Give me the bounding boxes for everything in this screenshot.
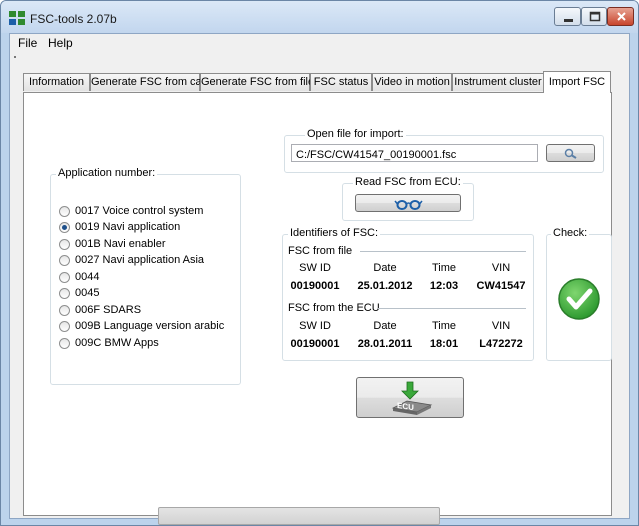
minimize-icon [564, 19, 573, 22]
col-vin: VIN [491, 320, 511, 332]
tab-generate-fsc-from-car[interactable]: Generate FSC from car [90, 73, 205, 91]
browse-file-button[interactable] [546, 144, 595, 162]
read-ecu-label: Read FSC from ECU: [353, 176, 463, 188]
title-bar[interactable]: FSC-tools 2.07b [1, 1, 638, 33]
menu-file[interactable]: File [18, 36, 37, 50]
fsc-from-ecu-label: FSC from the ECU [288, 302, 380, 314]
radio-button[interactable] [59, 321, 70, 332]
radio-label: 0017 Voice control system [75, 205, 204, 217]
radio-label: 009B Language version arabic [75, 320, 225, 332]
glasses-icon [394, 200, 423, 210]
radio-label: 0044 [75, 271, 100, 283]
ecu-sw-id: 00190001 [290, 338, 340, 350]
radio-button[interactable] [59, 239, 70, 250]
radio-button[interactable] [59, 338, 70, 349]
radio-button[interactable] [59, 272, 70, 283]
radio-button[interactable] [59, 255, 70, 266]
open-file-label: Open file for import: [305, 128, 406, 140]
checkmark-icon [558, 278, 600, 320]
file-vin: CW41547 [476, 280, 526, 292]
maximize-button[interactable] [581, 7, 607, 26]
radio-button[interactable] [59, 206, 70, 217]
client-area: File Help Information Generate FSC from … [9, 33, 630, 525]
fsc-from-file-label: FSC from file [288, 245, 353, 257]
app-icon [9, 11, 25, 25]
application-number-group: Application number: 0017 Voice control s… [50, 167, 241, 385]
tab-generate-fsc-from-file[interactable]: Generate FSC from file [200, 73, 314, 91]
radio-label: 0045 [75, 287, 100, 299]
tab-instrument-cluster[interactable]: Instrument cluster [452, 73, 544, 91]
minimize-button[interactable] [554, 7, 581, 26]
divider [378, 308, 526, 309]
radio-label: 0027 Navi application Asia [75, 254, 205, 266]
menu-help[interactable]: Help [48, 36, 73, 50]
col-sw-id: SW ID [299, 320, 331, 332]
tab-video-in-motion[interactable]: Video in motion [372, 73, 452, 91]
col-vin: VIN [491, 262, 511, 274]
close-icon [617, 12, 626, 21]
close-button[interactable] [607, 7, 634, 26]
check-group: Check: [546, 227, 612, 361]
divider [360, 251, 526, 252]
tab-information[interactable]: Information [23, 73, 90, 91]
identifiers-label: Identifiers of FSC: [288, 227, 381, 239]
app-window: FSC-tools 2.07b File Help Information Ge… [0, 0, 639, 526]
file-path-input[interactable]: C:/FSC/CW41547_00190001.fsc [291, 144, 538, 162]
radio-label: 001B Navi enabler [75, 238, 166, 250]
col-sw-id: SW ID [299, 262, 331, 274]
read-fsc-from-ecu-button[interactable] [355, 194, 461, 212]
radio-button[interactable] [59, 288, 70, 299]
import-fsc-panel: Application number: 0017 Voice control s… [23, 92, 612, 525]
tab-fsc-status[interactable]: FSC status [310, 73, 372, 91]
radio-label: 009C BMW Apps [75, 337, 159, 349]
separator-dot [14, 56, 16, 58]
application-number-label: Application number: [56, 167, 158, 179]
radio-button-selected[interactable] [59, 222, 70, 233]
window-title: FSC-tools 2.07b [30, 12, 117, 26]
progress-bar [158, 507, 440, 525]
radio-button[interactable] [59, 305, 70, 316]
maximize-icon [589, 11, 601, 22]
file-sw-id: 00190001 [290, 280, 340, 292]
menu-bar: File Help [10, 34, 629, 52]
radio-label: 006F SDARS [75, 304, 142, 316]
ecu-vin: L472272 [479, 338, 523, 350]
radio-label: 0019 Navi application [75, 221, 181, 233]
write-to-ecu-icon [391, 381, 433, 415]
check-label: Check: [551, 227, 590, 239]
write-to-ecu-button[interactable]: ECU [356, 377, 464, 418]
magnifier-icon [564, 148, 577, 159]
tab-import-fsc[interactable]: Import FSC [543, 71, 611, 93]
